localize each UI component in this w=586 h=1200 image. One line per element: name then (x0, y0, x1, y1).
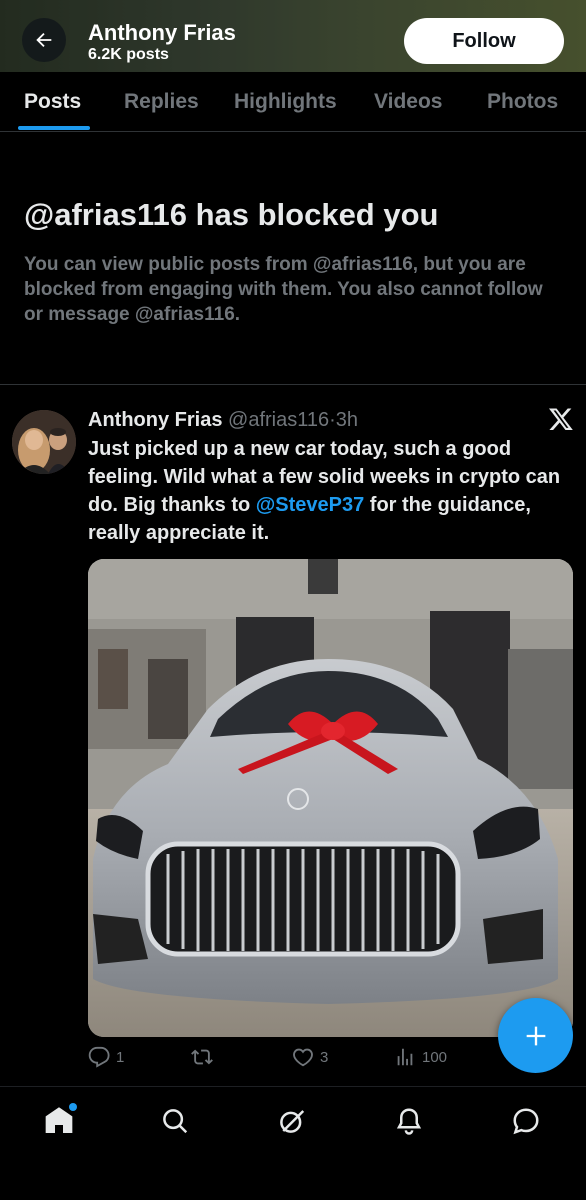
tab-videos[interactable]: Videos (374, 90, 442, 114)
tab-replies[interactable]: Replies (124, 90, 199, 114)
follow-button[interactable]: Follow (404, 18, 564, 64)
heart-icon (293, 1048, 313, 1067)
posts-count: 6.2K posts (88, 46, 169, 63)
post-separator: · (329, 409, 336, 431)
reply-icon (88, 1046, 110, 1068)
tab-photos[interactable]: Photos (487, 90, 558, 114)
repost-icon (191, 1049, 213, 1065)
profile-name: Anthony Frias (88, 20, 236, 45)
like-button[interactable]: 3 (292, 1046, 328, 1068)
post-text: Just picked up a new car today, such a g… (88, 435, 568, 547)
grok-icon (280, 1110, 305, 1133)
post-image[interactable] (88, 559, 573, 1037)
car-photo (88, 559, 573, 1037)
like-count: 3 (320, 1048, 329, 1066)
blocked-title: @afrias116 has blocked you (24, 197, 439, 232)
post-actions: 1 3 100 (88, 1046, 508, 1076)
nav-search[interactable] (157, 1103, 193, 1139)
bell-icon (396, 1108, 422, 1135)
blocked-description: You can view public posts from @afrias11… (24, 254, 543, 325)
plus-icon (526, 1026, 545, 1045)
post-handle[interactable]: @afrias116 (228, 409, 329, 431)
avatar[interactable] (12, 410, 76, 474)
reply-count: 1 (116, 1048, 125, 1066)
post-author[interactable]: Anthony Frias (88, 409, 222, 431)
nav-messages[interactable] (508, 1103, 544, 1139)
back-button[interactable] (22, 18, 66, 62)
views-button[interactable]: 100 (394, 1046, 447, 1068)
bottom-navigation (0, 1086, 586, 1200)
nav-notifications[interactable] (391, 1103, 427, 1139)
compose-button[interactable] (498, 998, 573, 1073)
reply-button[interactable]: 1 (88, 1046, 124, 1068)
message-icon (513, 1108, 539, 1135)
repost-button[interactable] (190, 1046, 220, 1068)
x-logo-icon (548, 408, 573, 431)
arrow-left-icon (36, 32, 52, 48)
tab-posts[interactable]: Posts (24, 90, 81, 114)
mention-link[interactable]: @SteveP37 (256, 494, 364, 516)
profile-header: Anthony Frias 6.2K posts Follow (0, 0, 586, 72)
nav-home[interactable] (41, 1103, 77, 1139)
post-header: Anthony Frias @afrias116·3h (88, 406, 358, 434)
views-icon (397, 1048, 413, 1066)
avatar-photo (12, 410, 76, 474)
header-title-group: Anthony Frias 6.2K posts (88, 20, 236, 64)
nav-grok[interactable] (274, 1103, 310, 1139)
post-time[interactable]: 3h (336, 409, 358, 431)
search-icon (163, 1109, 188, 1134)
notification-dot (69, 1103, 77, 1111)
profile-tabs: Posts Replies Highlights Videos Photos (0, 72, 586, 132)
active-tab-indicator (18, 126, 90, 130)
views-count: 100 (422, 1048, 448, 1066)
divider (0, 384, 586, 385)
tab-highlights[interactable]: Highlights (234, 90, 337, 114)
